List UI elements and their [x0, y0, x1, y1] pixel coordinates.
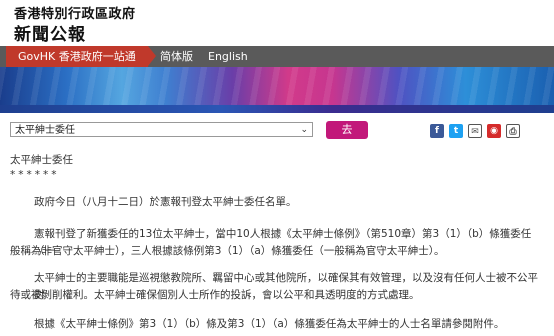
banner-bottom-band — [0, 105, 554, 113]
article-separator: ****** — [10, 169, 60, 181]
govhk-link[interactable]: GovHK 香港政府一站通 — [6, 46, 156, 67]
paragraph-2-line-2: 般稱為非官守太平紳士），三人根據該條例第3（1）（a）條獲委任（一般稱為官守太平… — [10, 245, 445, 257]
topic-select[interactable]: 太平紳士委任 ⌄ — [10, 122, 313, 137]
paragraph-3-line-2: 待或被剝削權利。太平紳士確保個別人士所作的投訴，會以公平和具透明度的方式處理。 — [10, 289, 420, 301]
print-icon[interactable]: ⎙ — [506, 124, 520, 138]
email-icon[interactable]: ✉ — [468, 124, 482, 138]
chevron-down-icon: ⌄ — [300, 125, 308, 135]
banner — [0, 67, 554, 113]
simplified-chinese-link[interactable]: 简体版 — [160, 46, 193, 67]
twitter-icon[interactable]: t — [449, 124, 463, 138]
weibo-icon[interactable]: ◉ — [487, 124, 501, 138]
topic-select-value: 太平紳士委任 — [15, 125, 75, 136]
facebook-icon[interactable]: f — [430, 124, 444, 138]
article-title: 太平紳士委任 — [10, 154, 73, 166]
top-nav: GovHK 香港政府一站通 简体版 English — [0, 46, 554, 67]
page-title[interactable]: 新聞公報 — [14, 20, 86, 45]
site-header: 香港特別行政區政府 新聞公報 — [0, 0, 554, 46]
go-button[interactable]: 去 — [326, 121, 368, 139]
paragraph-4: 根據《太平紳士條例》第3（1）（b）條及第3（1）（a）條獲委任為太平紳士的人士… — [34, 318, 505, 330]
paragraph-1: 政府今日（八月十二日）於憲報刊登太平紳士委任名單。 — [34, 196, 297, 208]
english-link[interactable]: English — [208, 46, 248, 67]
